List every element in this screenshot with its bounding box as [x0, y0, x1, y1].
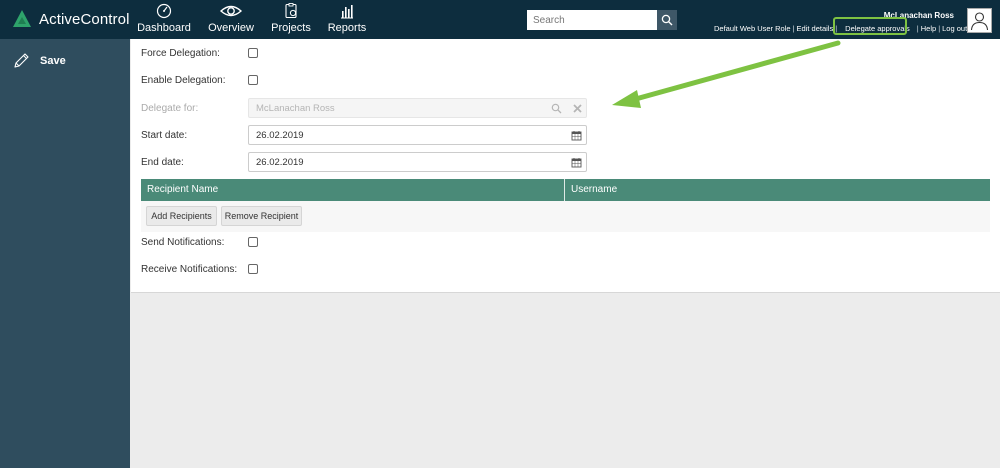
search-input[interactable]	[527, 10, 657, 30]
top-bar: ActiveControl Dashboard Overview Project…	[0, 0, 1000, 39]
force-delegation-checkbox[interactable]	[248, 48, 258, 58]
app-name: ActiveControl	[39, 10, 130, 28]
separator: |	[835, 24, 838, 33]
delegate-for-label: Delegate for:	[141, 103, 199, 114]
start-date-field[interactable]: 26.02.2019	[248, 125, 587, 145]
receive-notifications-checkbox[interactable]	[248, 264, 258, 274]
enable-delegation-label: Enable Delegation:	[141, 75, 226, 86]
enable-delegation-checkbox[interactable]	[248, 75, 258, 85]
search-button[interactable]	[657, 10, 677, 30]
bar-chart-icon	[341, 5, 353, 19]
delegate-for-field: McLanachan Ross	[248, 98, 587, 118]
end-date-value: 26.02.2019	[256, 156, 304, 168]
remove-recipient-button[interactable]: Remove Recipient	[221, 206, 302, 226]
start-date-value: 26.02.2019	[256, 129, 304, 141]
clear-icon	[573, 104, 582, 113]
column-header-username[interactable]: Username	[565, 179, 990, 201]
calendar-icon[interactable]	[571, 130, 582, 141]
nav-label-reports: Reports	[327, 22, 367, 34]
save-label: Save	[40, 55, 66, 67]
help-link[interactable]: Help	[921, 24, 936, 33]
receive-notifications-label: Receive Notifications:	[141, 264, 238, 275]
search-icon	[661, 14, 673, 26]
user-name: McLanachan Ross	[883, 11, 954, 20]
send-notifications-label: Send Notifications:	[141, 237, 225, 248]
app-logo[interactable]: ActiveControl	[12, 9, 130, 29]
gauge-icon	[156, 3, 172, 19]
nav-item-dashboard[interactable]: Dashboard	[129, 0, 199, 39]
force-delegation-label: Force Delegation:	[141, 48, 220, 59]
delegation-form: Force Delegation: Enable Delegation: Del…	[131, 39, 1000, 293]
nav-label-dashboard: Dashboard	[137, 22, 191, 34]
send-notifications-checkbox[interactable]	[248, 237, 258, 247]
separator: |	[938, 24, 941, 33]
recipients-table-header: Recipient Name Username	[141, 179, 990, 201]
nav-item-reports[interactable]: Reports	[312, 0, 382, 39]
clipboard-icon	[285, 3, 297, 19]
user-links: Default Web User Role | Edit details | D…	[714, 24, 967, 33]
delegate-for-value: McLanachan Ross	[256, 102, 335, 114]
calendar-icon[interactable]	[571, 157, 582, 168]
separator: |	[792, 24, 795, 33]
separator: |	[916, 24, 919, 33]
edit-details-link[interactable]: Edit details	[797, 24, 834, 33]
add-recipients-button[interactable]: Add Recipients	[146, 206, 217, 226]
role-link[interactable]: Default Web User Role	[714, 24, 791, 33]
save-button[interactable]: Save	[12, 52, 66, 70]
user-avatar-icon	[970, 12, 989, 31]
end-date-label: End date:	[141, 157, 184, 168]
column-header-recipient-name[interactable]: Recipient Name	[141, 179, 565, 201]
recipients-table-body: Add Recipients Remove Recipient	[141, 201, 990, 232]
end-date-field[interactable]: 26.02.2019	[248, 152, 587, 172]
search-icon	[551, 103, 562, 114]
sidebar: Save	[0, 39, 130, 468]
log-out-link[interactable]: Log out	[942, 24, 967, 33]
pencil-icon	[14, 53, 29, 68]
delegate-approvals-link[interactable]: Delegate approvals	[843, 24, 912, 33]
eye-icon	[219, 5, 243, 17]
start-date-label: Start date:	[141, 130, 188, 141]
avatar[interactable]	[967, 8, 992, 33]
search-box	[527, 10, 677, 30]
logo-icon	[13, 10, 31, 27]
